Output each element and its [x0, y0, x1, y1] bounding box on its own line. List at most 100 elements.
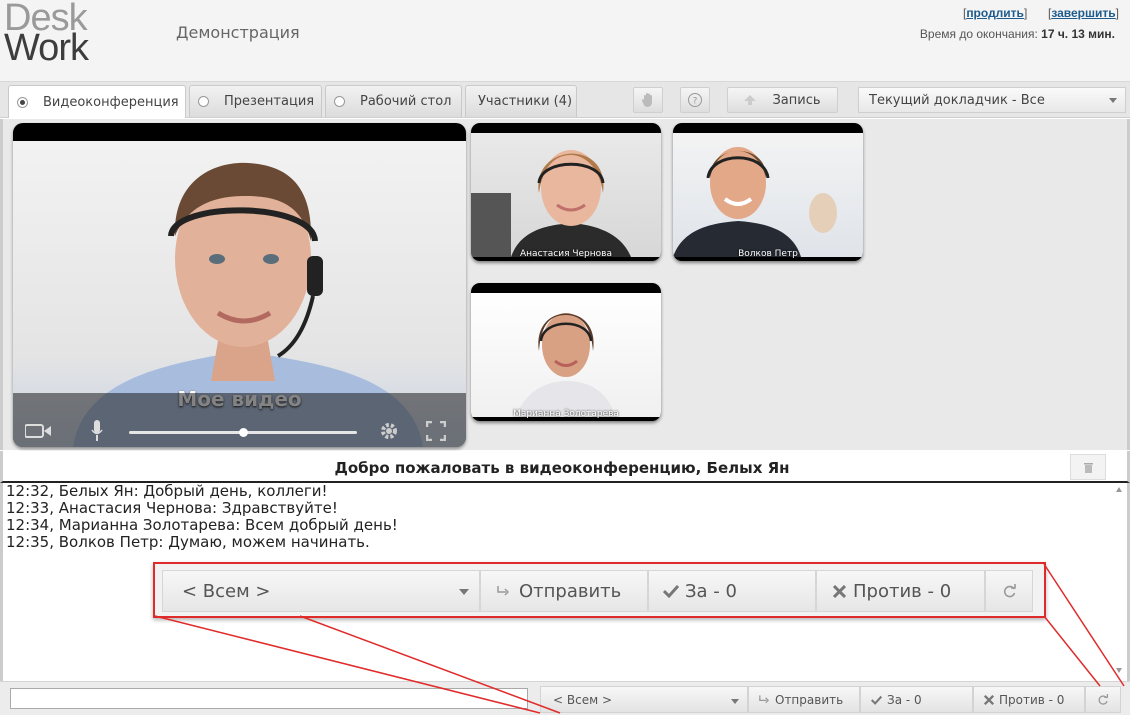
vote-against-label: Против - 0 — [999, 692, 1065, 707]
participant-name: Волков Петр — [738, 249, 798, 259]
participant-feed — [471, 293, 661, 417]
zoom-send-button: Отправить — [480, 570, 648, 612]
send-label: Отправить — [775, 692, 844, 707]
trash-icon — [1083, 462, 1093, 473]
participant-video[interactable]: Анастасия Чернова — [471, 123, 661, 261]
zoom-refresh-button — [985, 570, 1033, 612]
participant-feed — [673, 133, 863, 257]
cross-icon — [833, 584, 846, 598]
tab-presentation[interactable]: Презентация — [189, 85, 322, 117]
radio-icon — [334, 96, 345, 107]
cross-icon — [984, 694, 994, 705]
chevron-down-icon — [731, 699, 739, 704]
hand-icon — [641, 93, 652, 107]
tab-participants[interactable]: Участники (4) — [465, 85, 577, 117]
chat-title: Добро пожаловать в видеоконференцию, Бел… — [334, 459, 790, 477]
chat-message: 12:33, Анастасия Чернова: Здравствуйте! — [6, 499, 338, 517]
zoom-recipient-value: < Всем > — [182, 580, 271, 602]
camera-toggle-button[interactable] — [25, 420, 51, 442]
raise-hand-button[interactable] — [633, 87, 663, 113]
chat-input-bar: < Всем > Отправить За - 0 Против - 0 — [0, 681, 1130, 715]
chevron-down-icon — [459, 589, 469, 595]
chat-scrollbar[interactable] — [1113, 483, 1125, 681]
help-icon: ? — [688, 93, 702, 107]
logo: Desk Work — [4, 0, 104, 69]
tab-label: Рабочий стол — [360, 94, 452, 109]
volume-slider[interactable] — [129, 428, 357, 437]
tab-videoconference[interactable]: Видеоконференция — [8, 85, 186, 118]
participant-name: Анастасия Чернова — [520, 249, 612, 259]
send-arrow-icon — [497, 586, 509, 596]
session-title: Демонстрация — [176, 23, 300, 42]
vote-for-button[interactable]: За - 0 — [860, 686, 973, 713]
refresh-icon — [1098, 693, 1109, 705]
extend-link[interactable]: продлить — [966, 6, 1024, 20]
refresh-button[interactable] — [1085, 686, 1121, 713]
radio-icon — [198, 96, 209, 107]
header-links: [продлить] [завершить] — [962, 6, 1119, 20]
zoom-vote-against-label: Против - 0 — [853, 580, 952, 602]
scroll-down-icon[interactable] — [1116, 668, 1122, 673]
vote-for-label: За - 0 — [887, 692, 922, 707]
logo-line2: Work — [4, 27, 89, 69]
video-area: Мое видео — [0, 119, 1130, 450]
microphone-toggle-button[interactable] — [84, 420, 110, 442]
finish-link[interactable]: завершить — [1051, 6, 1115, 20]
fullscreen-button[interactable] — [423, 420, 449, 442]
chat-message: 12:35, Волков Петр: Думаю, можем начинат… — [6, 533, 370, 551]
volume-slider-thumb[interactable] — [239, 428, 248, 437]
timer: Время до окончания: 17 ч. 13 мин. — [920, 27, 1115, 41]
timer-label: Время до окончания: — [919, 27, 1038, 41]
help-button[interactable]: ? — [680, 87, 710, 113]
microphone-icon — [91, 420, 103, 441]
zoom-vote-for-button: За - 0 — [648, 570, 816, 612]
check-icon — [871, 695, 882, 705]
zoom-callout: < Всем > Отправить За - 0 Против - 0 — [153, 562, 1046, 618]
fullscreen-icon — [426, 421, 446, 441]
video-controls — [13, 393, 466, 447]
message-input[interactable] — [10, 688, 528, 709]
record-label: Запись — [772, 92, 821, 108]
chevron-down-icon — [1109, 98, 1117, 103]
tab-label: Презентация — [224, 94, 315, 109]
refresh-icon — [1003, 583, 1016, 597]
participant-avatar-image — [471, 150, 631, 257]
arrow-up-icon — [744, 95, 757, 105]
speaker-select[interactable]: Текущий докладчик - Все — [858, 87, 1126, 113]
gear-icon — [381, 423, 397, 439]
scroll-up-icon[interactable] — [1116, 487, 1122, 492]
chat-message: 12:32, Белых Ян: Добрый день, коллеги! — [6, 482, 328, 500]
participant-feed — [471, 133, 661, 257]
toolbar: Видеоконференция Презентация Рабочий сто… — [0, 82, 1130, 118]
tab-desktop[interactable]: Рабочий стол — [325, 85, 462, 117]
svg-text:?: ? — [693, 97, 698, 107]
participant-video[interactable]: Волков Петр — [673, 123, 863, 261]
chat-header: Добро пожаловать в видеоконференцию, Бел… — [0, 451, 1130, 483]
participant-avatar-image — [673, 147, 837, 257]
check-icon — [663, 584, 679, 598]
participant-video[interactable]: Марианна Золотарева — [471, 283, 661, 421]
tab-label: Участники (4) — [478, 94, 573, 109]
recipient-value: < Всем > — [553, 692, 613, 707]
tab-label: Видеоконференция — [43, 94, 179, 110]
send-arrow-icon — [759, 695, 769, 704]
record-button[interactable]: Запись — [727, 87, 838, 113]
recipient-select[interactable]: < Всем > — [540, 686, 748, 713]
video-settings-button[interactable] — [376, 420, 402, 442]
zoom-recipient-select: < Всем > — [162, 570, 480, 612]
my-video-panel: Мое видео — [13, 123, 466, 447]
vote-against-button[interactable]: Против - 0 — [973, 686, 1085, 713]
participant-name: Марианна Золотарева — [513, 409, 619, 419]
zoom-send-label: Отправить — [519, 580, 622, 602]
chat-message: 12:34, Марианна Золотарева: Всем добрый … — [6, 516, 398, 534]
header: Desk Work Демонстрация [продлить] [завер… — [0, 0, 1130, 82]
zoom-vote-against-button: Против - 0 — [816, 570, 985, 612]
zoom-vote-for-label: За - 0 — [685, 580, 737, 602]
send-button[interactable]: Отправить — [748, 686, 860, 713]
speaker-select-value: Текущий докладчик - Все — [869, 92, 1045, 108]
radio-selected-icon — [17, 96, 28, 108]
clear-chat-button[interactable] — [1070, 454, 1106, 480]
timer-value: 17 ч. 13 мин. — [1041, 27, 1115, 41]
camera-icon — [25, 424, 51, 438]
participant-avatar-image — [516, 313, 616, 417]
